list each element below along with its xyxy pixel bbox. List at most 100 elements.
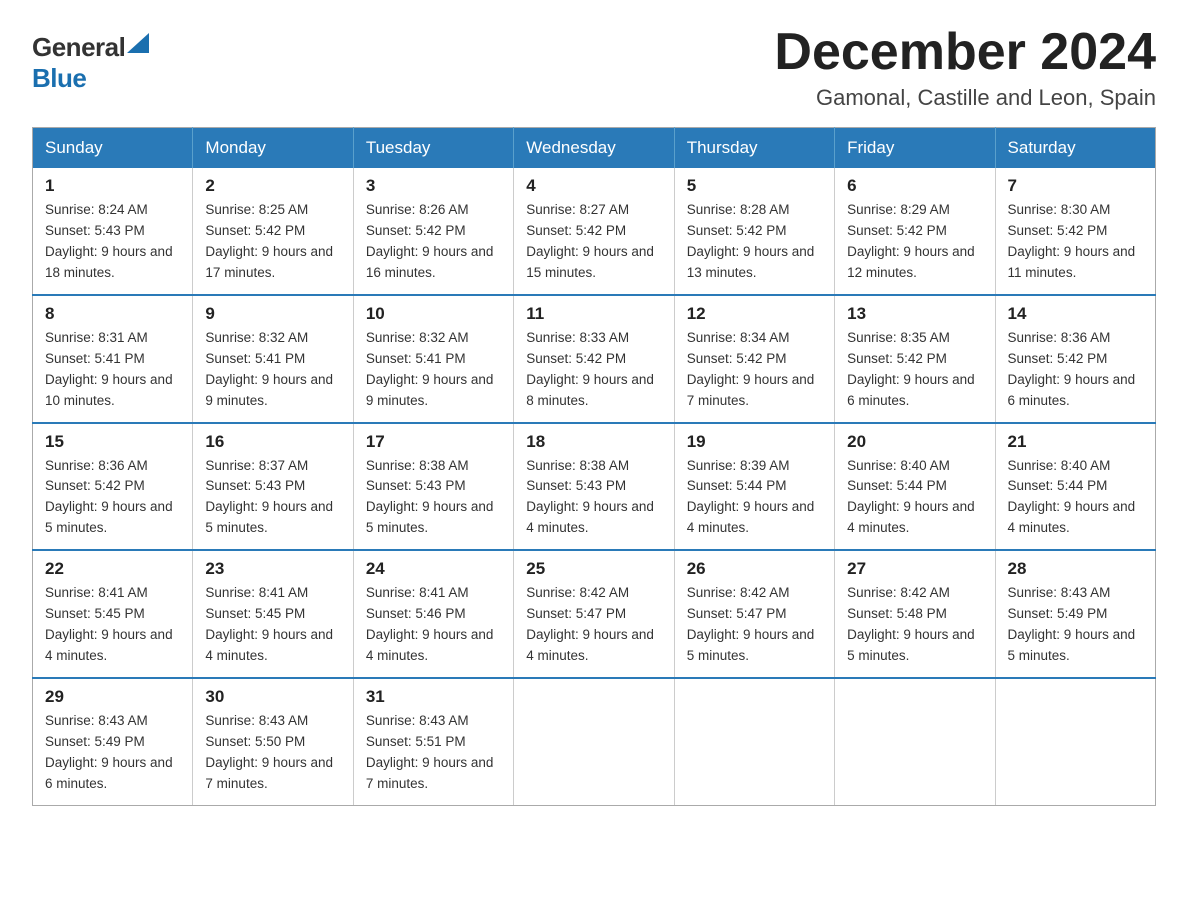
page-header: General Blue December 2024 Gamonal, Cast…	[32, 24, 1156, 111]
day-detail: Sunrise: 8:36 AMSunset: 5:42 PMDaylight:…	[1008, 330, 1136, 408]
day-detail: Sunrise: 8:43 AMSunset: 5:49 PMDaylight:…	[45, 713, 173, 791]
day-number: 28	[1008, 559, 1143, 579]
day-number: 17	[366, 432, 501, 452]
day-detail: Sunrise: 8:41 AMSunset: 5:45 PMDaylight:…	[205, 585, 333, 663]
day-detail: Sunrise: 8:36 AMSunset: 5:42 PMDaylight:…	[45, 458, 173, 536]
calendar-title: December 2024	[774, 24, 1156, 81]
day-detail: Sunrise: 8:34 AMSunset: 5:42 PMDaylight:…	[687, 330, 815, 408]
week-row-4: 22 Sunrise: 8:41 AMSunset: 5:45 PMDayligh…	[33, 550, 1156, 678]
day-number: 31	[366, 687, 501, 707]
day-cell-27: 27 Sunrise: 8:42 AMSunset: 5:48 PMDayligh…	[835, 550, 995, 678]
day-cell-31: 31 Sunrise: 8:43 AMSunset: 5:51 PMDayligh…	[353, 678, 513, 805]
day-detail: Sunrise: 8:41 AMSunset: 5:45 PMDaylight:…	[45, 585, 173, 663]
day-number: 1	[45, 176, 180, 196]
day-cell-20: 20 Sunrise: 8:40 AMSunset: 5:44 PMDayligh…	[835, 423, 995, 551]
calendar-table: SundayMondayTuesdayWednesdayThursdayFrid…	[32, 127, 1156, 805]
day-detail: Sunrise: 8:38 AMSunset: 5:43 PMDaylight:…	[526, 458, 654, 536]
day-number: 26	[687, 559, 822, 579]
day-cell-10: 10Sunrise: 8:32 AMSunset: 5:41 PMDayligh…	[353, 295, 513, 423]
day-number: 27	[847, 559, 982, 579]
day-number: 20	[847, 432, 982, 452]
day-detail: Sunrise: 8:41 AMSunset: 5:46 PMDaylight:…	[366, 585, 494, 663]
day-cell-17: 17 Sunrise: 8:38 AMSunset: 5:43 PMDayligh…	[353, 423, 513, 551]
day-number: 3	[366, 176, 501, 196]
day-detail: Sunrise: 8:43 AMSunset: 5:50 PMDaylight:…	[205, 713, 333, 791]
day-number: 11	[526, 304, 661, 324]
week-row-1: 1 Sunrise: 8:24 AMSunset: 5:43 PMDaylight…	[33, 168, 1156, 295]
day-detail: Sunrise: 8:28 AMSunset: 5:42 PMDaylight:…	[687, 202, 815, 280]
day-detail: Sunrise: 8:37 AMSunset: 5:43 PMDaylight:…	[205, 458, 333, 536]
day-detail: Sunrise: 8:42 AMSunset: 5:47 PMDaylight:…	[687, 585, 815, 663]
day-cell-12: 12Sunrise: 8:34 AMSunset: 5:42 PMDayligh…	[674, 295, 834, 423]
day-number: 15	[45, 432, 180, 452]
day-cell-18: 18 Sunrise: 8:38 AMSunset: 5:43 PMDayligh…	[514, 423, 674, 551]
col-header-sunday: Sunday	[33, 128, 193, 169]
day-cell-16: 16 Sunrise: 8:37 AMSunset: 5:43 PMDayligh…	[193, 423, 353, 551]
day-detail: Sunrise: 8:31 AMSunset: 5:41 PMDaylight:…	[45, 330, 173, 408]
days-header-row: SundayMondayTuesdayWednesdayThursdayFrid…	[33, 128, 1156, 169]
logo: General Blue	[32, 32, 149, 94]
day-cell-21: 21 Sunrise: 8:40 AMSunset: 5:44 PMDayligh…	[995, 423, 1155, 551]
col-header-tuesday: Tuesday	[353, 128, 513, 169]
empty-cell	[514, 678, 674, 805]
day-cell-1: 1 Sunrise: 8:24 AMSunset: 5:43 PMDaylight…	[33, 168, 193, 295]
day-cell-13: 13 Sunrise: 8:35 AMSunset: 5:42 PMDayligh…	[835, 295, 995, 423]
day-detail: Sunrise: 8:40 AMSunset: 5:44 PMDaylight:…	[1008, 458, 1136, 536]
day-number: 19	[687, 432, 822, 452]
day-cell-26: 26 Sunrise: 8:42 AMSunset: 5:47 PMDayligh…	[674, 550, 834, 678]
day-cell-9: 9 Sunrise: 8:32 AMSunset: 5:41 PMDaylight…	[193, 295, 353, 423]
day-detail: Sunrise: 8:24 AMSunset: 5:43 PMDaylight:…	[45, 202, 173, 280]
day-cell-8: 8 Sunrise: 8:31 AMSunset: 5:41 PMDaylight…	[33, 295, 193, 423]
day-number: 2	[205, 176, 340, 196]
day-detail: Sunrise: 8:26 AMSunset: 5:42 PMDaylight:…	[366, 202, 494, 280]
day-detail: Sunrise: 8:35 AMSunset: 5:42 PMDaylight:…	[847, 330, 975, 408]
day-cell-28: 28 Sunrise: 8:43 AMSunset: 5:49 PMDayligh…	[995, 550, 1155, 678]
day-number: 7	[1008, 176, 1143, 196]
day-detail: Sunrise: 8:29 AMSunset: 5:42 PMDaylight:…	[847, 202, 975, 280]
day-detail: Sunrise: 8:38 AMSunset: 5:43 PMDaylight:…	[366, 458, 494, 536]
day-detail: Sunrise: 8:42 AMSunset: 5:47 PMDaylight:…	[526, 585, 654, 663]
week-row-3: 15 Sunrise: 8:36 AMSunset: 5:42 PMDayligh…	[33, 423, 1156, 551]
day-detail: Sunrise: 8:27 AMSunset: 5:42 PMDaylight:…	[526, 202, 654, 280]
day-cell-4: 4 Sunrise: 8:27 AMSunset: 5:42 PMDaylight…	[514, 168, 674, 295]
day-number: 24	[366, 559, 501, 579]
day-detail: Sunrise: 8:40 AMSunset: 5:44 PMDaylight:…	[847, 458, 975, 536]
day-detail: Sunrise: 8:33 AMSunset: 5:42 PMDaylight:…	[526, 330, 654, 408]
day-cell-15: 15 Sunrise: 8:36 AMSunset: 5:42 PMDayligh…	[33, 423, 193, 551]
day-number: 13	[847, 304, 982, 324]
day-number: 21	[1008, 432, 1143, 452]
day-cell-22: 22 Sunrise: 8:41 AMSunset: 5:45 PMDayligh…	[33, 550, 193, 678]
empty-cell	[995, 678, 1155, 805]
day-number: 18	[526, 432, 661, 452]
day-cell-3: 3 Sunrise: 8:26 AMSunset: 5:42 PMDaylight…	[353, 168, 513, 295]
col-header-wednesday: Wednesday	[514, 128, 674, 169]
title-block: December 2024 Gamonal, Castille and Leon…	[774, 24, 1156, 111]
day-number: 22	[45, 559, 180, 579]
day-detail: Sunrise: 8:30 AMSunset: 5:42 PMDaylight:…	[1008, 202, 1136, 280]
day-cell-14: 14Sunrise: 8:36 AMSunset: 5:42 PMDayligh…	[995, 295, 1155, 423]
day-number: 30	[205, 687, 340, 707]
col-header-thursday: Thursday	[674, 128, 834, 169]
day-number: 9	[205, 304, 340, 324]
week-row-2: 8 Sunrise: 8:31 AMSunset: 5:41 PMDaylight…	[33, 295, 1156, 423]
logo-blue: Blue	[32, 63, 86, 93]
day-detail: Sunrise: 8:32 AMSunset: 5:41 PMDaylight:…	[205, 330, 333, 408]
day-number: 16	[205, 432, 340, 452]
day-cell-7: 7 Sunrise: 8:30 AMSunset: 5:42 PMDaylight…	[995, 168, 1155, 295]
day-number: 23	[205, 559, 340, 579]
day-detail: Sunrise: 8:43 AMSunset: 5:51 PMDaylight:…	[366, 713, 494, 791]
day-cell-30: 30 Sunrise: 8:43 AMSunset: 5:50 PMDayligh…	[193, 678, 353, 805]
day-cell-19: 19Sunrise: 8:39 AMSunset: 5:44 PMDayligh…	[674, 423, 834, 551]
logo-general: General	[32, 32, 125, 63]
week-row-5: 29 Sunrise: 8:43 AMSunset: 5:49 PMDayligh…	[33, 678, 1156, 805]
day-cell-24: 24 Sunrise: 8:41 AMSunset: 5:46 PMDayligh…	[353, 550, 513, 678]
col-header-monday: Monday	[193, 128, 353, 169]
day-detail: Sunrise: 8:43 AMSunset: 5:49 PMDaylight:…	[1008, 585, 1136, 663]
empty-cell	[835, 678, 995, 805]
day-detail: Sunrise: 8:42 AMSunset: 5:48 PMDaylight:…	[847, 585, 975, 663]
day-number: 8	[45, 304, 180, 324]
day-cell-11: 11 Sunrise: 8:33 AMSunset: 5:42 PMDayligh…	[514, 295, 674, 423]
empty-cell	[674, 678, 834, 805]
day-number: 4	[526, 176, 661, 196]
day-number: 29	[45, 687, 180, 707]
